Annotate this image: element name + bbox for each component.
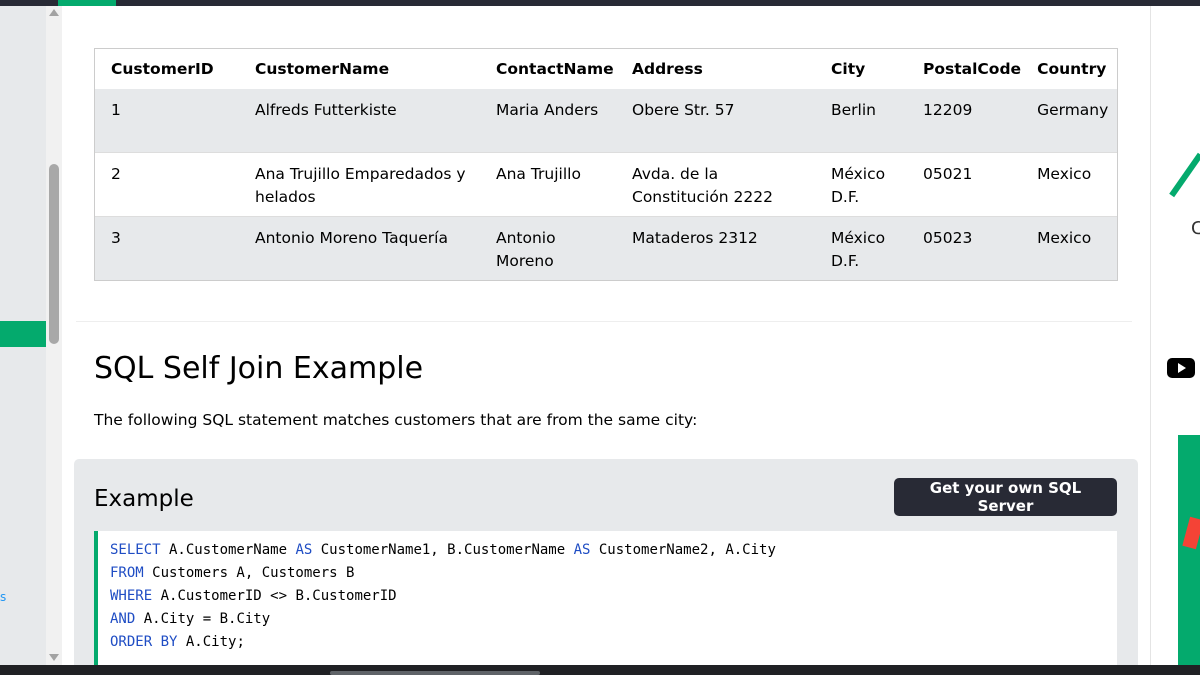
scrollbar-thumb[interactable]	[49, 164, 59, 344]
table-cell: 2	[95, 152, 239, 217]
get-sql-server-button[interactable]: Get your own SQL Server	[894, 478, 1117, 516]
scroll-down-arrow-icon[interactable]	[49, 654, 59, 661]
table-cell: Berlin	[815, 89, 907, 153]
code-block[interactable]: SELECT A.CustomerName AS CustomerName1, …	[94, 531, 1117, 665]
table-cell: Ana Trujillo	[480, 152, 616, 217]
table-cell: 05021	[907, 152, 1022, 217]
taskbar-item[interactable]	[330, 671, 540, 675]
column-header: Address	[632, 60, 703, 78]
right-rail-border	[1150, 6, 1151, 665]
table-cell: Ana Trujillo Emparedados y helados	[239, 152, 480, 217]
section-divider	[76, 321, 1132, 322]
table-cell: 12209	[907, 89, 1022, 153]
table-cell: Alfreds Futterkiste	[239, 89, 480, 153]
youtube-icon[interactable]	[1167, 358, 1195, 378]
table-cell: 05023	[907, 216, 1022, 280]
table-cell: Antonio Moreno	[480, 216, 616, 280]
column-header: PostalCode	[923, 60, 1022, 78]
code-text: A.City = B.City	[135, 611, 271, 627]
scroll-up-arrow-icon[interactable]	[49, 9, 59, 16]
table-cell: 1	[95, 89, 239, 153]
right-rail-ad-banner[interactable]	[1178, 435, 1200, 665]
code-text: CustomerName1, B.CustomerName	[312, 542, 574, 558]
code-keyword: FROM	[110, 565, 144, 581]
column-header: City	[831, 60, 866, 78]
section-intro: The following SQL statement matches cust…	[94, 411, 698, 429]
code-keyword: WHERE	[110, 588, 153, 604]
left-sidebar-partial-text: s	[0, 590, 7, 604]
example-box: Example Get your own SQL Server SELECT A…	[74, 459, 1138, 665]
customers-table: CustomerID CustomerName ContactName Addr…	[94, 48, 1118, 281]
column-header: ContactName	[496, 60, 614, 78]
table-cell: México D.F.	[815, 216, 907, 280]
table-cell: México D.F.	[815, 152, 907, 217]
table-cell: Maria Anders	[480, 89, 616, 153]
code-text: Customers A, Customers B	[143, 565, 355, 581]
table-row: 2 Ana Trujillo Emparedados y helados Ana…	[95, 152, 1117, 217]
table-row: 1 Alfreds Futterkiste Maria Anders Obere…	[95, 89, 1117, 153]
code-text: A.CustomerName	[160, 542, 296, 558]
code-text: A.CustomerID <> B.CustomerID	[152, 588, 397, 604]
column-header: CustomerName	[255, 60, 390, 78]
code-keyword: AS	[573, 542, 591, 558]
code-keyword: AS	[295, 542, 313, 558]
table-cell: Antonio Moreno Taquería	[239, 216, 480, 280]
taskbar	[0, 665, 1200, 675]
table-cell: Mataderos 2312	[616, 216, 815, 280]
code-keyword: ORDER BY	[110, 634, 178, 650]
code-keyword: SELECT	[110, 542, 161, 558]
table-cell: Avda. de la Constitución 2222	[616, 152, 815, 217]
table-cell: 3	[95, 216, 239, 280]
left-sidebar-active-item[interactable]	[0, 321, 46, 347]
table-cell: Mexico	[1021, 152, 1117, 217]
column-header: CustomerID	[111, 60, 214, 78]
column-header: Country	[1037, 60, 1107, 78]
table-cell: Obere Str. 57	[616, 89, 815, 153]
right-rail-partial-text: C	[1191, 218, 1200, 239]
table-row: 3 Antonio Moreno Taquería Antonio Moreno…	[95, 216, 1117, 280]
code-keyword: AND	[110, 611, 136, 627]
example-title: Example	[94, 486, 194, 512]
code-text: A.City;	[177, 634, 245, 650]
table-header-row: CustomerID CustomerName ContactName Addr…	[95, 49, 1117, 89]
table-cell: Mexico	[1021, 216, 1117, 280]
section-title: SQL Self Join Example	[94, 351, 424, 386]
main-content: CustomerID CustomerName ContactName Addr…	[62, 6, 1150, 665]
table-cell: Germany	[1021, 89, 1117, 153]
code-text: CustomerName2, A.City	[590, 542, 776, 558]
